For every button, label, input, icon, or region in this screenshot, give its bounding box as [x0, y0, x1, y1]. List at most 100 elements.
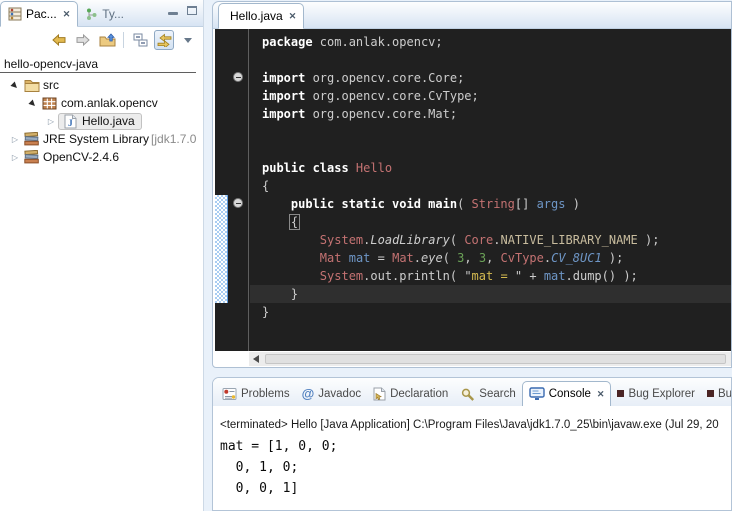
collapse-all-button[interactable] — [130, 30, 150, 50]
fold-collapse-icon[interactable] — [233, 198, 243, 208]
tab-pac[interactable]: Pac...✕ — [0, 1, 78, 27]
console-icon — [529, 387, 545, 401]
tab-problems[interactable]: Problems — [216, 381, 296, 406]
javadoc-icon: @ — [302, 387, 315, 400]
forward-button[interactable] — [73, 30, 93, 50]
code-line[interactable]: { — [262, 177, 731, 195]
close-icon[interactable]: ✕ — [63, 9, 71, 20]
code-token: Hello — [356, 161, 392, 175]
package-icon — [40, 97, 59, 110]
link-with-editor-button[interactable] — [154, 30, 174, 50]
console-header: <terminated> Hello [Java Application] C:… — [220, 419, 731, 431]
chevron-collapsed-icon[interactable]: ▷ — [8, 153, 22, 162]
code-token: Mat — [320, 251, 342, 265]
code-token: . — [414, 251, 421, 265]
code-token: ( — [450, 233, 464, 247]
code-line[interactable]: { — [262, 213, 731, 231]
scroll-left-arrow-icon[interactable] — [253, 355, 259, 363]
back-button[interactable] — [49, 30, 69, 50]
selected-tree-item: JHello.java — [58, 113, 142, 130]
code-line[interactable]: public class Hello — [262, 159, 731, 177]
tree-item-opencv-2-4-6[interactable]: ▷OpenCV-2.4.6 — [0, 148, 203, 166]
tab-label: Console — [549, 388, 591, 400]
code-token: mat — [544, 269, 566, 283]
tree-item-src[interactable]: ▶src — [0, 76, 203, 94]
minimize-icon[interactable] — [168, 12, 178, 15]
tree-item-jre-system-library[interactable]: ▷JRE System Library [jdk1.7.0 — [0, 130, 203, 148]
maximize-icon[interactable] — [187, 6, 197, 15]
chevron-collapsed-icon[interactable]: ▷ — [44, 117, 58, 126]
folder-icon — [22, 78, 41, 92]
tab-label: Problems — [241, 388, 290, 400]
search-icon — [460, 387, 475, 401]
code-token — [341, 251, 348, 265]
pkgexp-icon — [8, 7, 22, 21]
toolbar-separator — [123, 32, 124, 48]
code-token: } — [262, 287, 298, 301]
package-explorer-panel: Pac...✕Ty... hello-opencv-java ▶src▶com.… — [0, 0, 204, 511]
tree-item-com-anlak-opencv[interactable]: ▶com.anlak.opencv — [0, 94, 203, 112]
chevron-collapsed-icon[interactable]: ▷ — [8, 135, 22, 144]
code-token: ); — [638, 233, 660, 247]
editor-tabbar: Hello.java ✕ — [213, 2, 731, 29]
tree-item-hello-java[interactable]: ▷JHello.java — [0, 112, 203, 130]
chevron-expanded-icon[interactable]: ▶ — [26, 99, 40, 108]
code-line[interactable]: } — [262, 303, 731, 321]
code-line[interactable]: System.LoadLibrary( Core.NATIVE_LIBRARY_… — [262, 231, 731, 249]
code-token: eye — [421, 251, 443, 265]
code-token: .dump() ); — [566, 269, 638, 283]
console-view[interactable]: <terminated> Hello [Java Application] C:… — [213, 406, 731, 499]
code-line[interactable]: import org.opencv.core.Core; — [262, 69, 731, 87]
code-text[interactable]: package com.anlak.opencv; import org.open… — [250, 29, 731, 321]
tab-bug-explorer[interactable]: Bug Explorer — [611, 381, 700, 406]
code-token: [] — [515, 197, 537, 211]
code-token: NATIVE_LIBRARY_NAME — [500, 233, 637, 247]
code-token — [262, 269, 320, 283]
code-line[interactable]: public static void main( String[] args ) — [262, 195, 731, 213]
code-token: " — [464, 269, 471, 283]
tab-bug[interactable]: Bug — [701, 381, 731, 406]
fold-collapse-icon[interactable] — [233, 72, 243, 82]
tab-ty[interactable]: Ty... — [78, 1, 131, 26]
code-token: ) — [565, 197, 579, 211]
code-token: ( — [457, 197, 471, 211]
tree-item-project-root[interactable]: hello-opencv-java — [0, 56, 196, 73]
close-icon[interactable]: ✕ — [597, 389, 605, 400]
code-area[interactable]: package com.anlak.opencv; import org.open… — [250, 29, 731, 351]
tab-console[interactable]: Console ✕ — [522, 381, 612, 406]
tab-javadoc[interactable]: @Javadoc — [296, 381, 368, 406]
tab-declaration[interactable]: Declaration — [367, 381, 454, 406]
editor-gutter — [215, 29, 249, 351]
code-line[interactable] — [262, 123, 731, 141]
bugsq-icon — [707, 390, 714, 397]
code-token: args — [537, 197, 566, 211]
code-token: .out.println( — [363, 269, 464, 283]
close-icon[interactable]: ✕ — [289, 11, 297, 22]
horizontal-scrollbar[interactable] — [249, 352, 731, 366]
view-menu-button[interactable] — [178, 30, 198, 50]
console-output[interactable]: mat = [1, 0, 0; 0, 1, 0; 0, 0, 1] — [220, 436, 731, 499]
code-line[interactable]: Mat mat = Mat.eye( 3, 3, CvType.CV_8UC1 … — [262, 249, 731, 267]
code-line[interactable] — [262, 141, 731, 159]
folder-up-button[interactable] — [97, 30, 117, 50]
code-line[interactable] — [262, 51, 731, 69]
code-line[interactable]: System.out.println( "mat = " + mat.dump(… — [262, 267, 731, 285]
code-line[interactable]: package com.anlak.opencv; — [262, 33, 731, 51]
code-line[interactable]: import org.opencv.core.Mat; — [262, 105, 731, 123]
problems-icon — [222, 387, 237, 401]
console-panel: Problems @JavadocDeclaration Search Console… — [212, 377, 732, 511]
tab-hello-java[interactable]: Hello.java ✕ — [218, 3, 304, 29]
code-token: import — [262, 71, 305, 85]
scrollbar-thumb[interactable] — [265, 354, 726, 364]
code-line[interactable]: } — [262, 285, 731, 303]
chevron-expanded-icon[interactable]: ▶ — [8, 81, 22, 90]
tab-search[interactable]: Search — [454, 381, 521, 406]
editor-pane: Hello.java ✕ package com.anlak.opencv; im… — [212, 1, 732, 368]
code-token: Core — [464, 233, 493, 247]
code-line[interactable]: import org.opencv.core.CvType; — [262, 87, 731, 105]
code-token: + — [522, 269, 544, 283]
bugsq-icon — [617, 390, 624, 397]
tab-label: Search — [479, 388, 515, 400]
left-panel-tabs: Pac...✕Ty... — [0, 0, 131, 26]
code-token: mat = — [472, 269, 515, 283]
